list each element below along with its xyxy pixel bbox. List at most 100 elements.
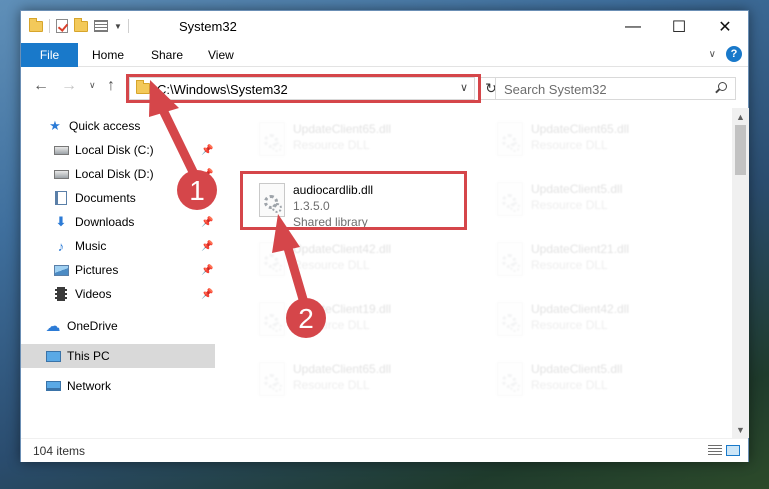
sidebar-item-label: This PC	[67, 349, 110, 363]
sidebar-item-videos[interactable]: Videos 📌	[21, 282, 215, 306]
address-path[interactable]: C:\Windows\System32	[157, 82, 288, 97]
sidebar-item-pictures[interactable]: Pictures 📌	[21, 258, 215, 282]
file-item[interactable]: UpdateClient65.dll Resource DLL	[245, 118, 475, 166]
file-description: Resource DLL	[531, 198, 608, 212]
scroll-down-icon[interactable]: ▼	[732, 421, 749, 438]
file-list: UpdateClient65.dll Resource DLL UpdateCl…	[215, 108, 732, 438]
sidebar-item-network[interactable]: Network	[21, 374, 215, 398]
search-box[interactable]: Search System32	[495, 77, 736, 100]
file-type: Shared library	[293, 215, 368, 229]
pin-icon[interactable]: 📌	[201, 193, 213, 204]
customize-toolbar-dropdown-icon[interactable]: ▼	[114, 22, 122, 31]
tab-home[interactable]: Home	[92, 48, 124, 62]
sidebar-item-label: Downloads	[75, 215, 135, 229]
details-view-icon[interactable]	[708, 445, 722, 456]
toolbar-separator	[127, 19, 129, 33]
file-item[interactable]: UpdateClient42.dll Resource DLL	[483, 298, 713, 346]
navigation-bar: ← → ∨ ↑ C:\Windows\System32 ∨ ↻ Search S…	[21, 68, 748, 108]
file-item[interactable]: UpdateClient65.dll Resource DLL	[245, 358, 475, 406]
drive-icon	[53, 143, 69, 157]
file-item[interactable]: UpdateClient5.dll Resource DLL	[483, 178, 713, 226]
pin-icon[interactable]: 📌	[201, 265, 213, 276]
search-icon[interactable]	[718, 82, 727, 91]
large-icons-view-icon[interactable]	[726, 445, 740, 456]
sidebar-item-label: Pictures	[75, 263, 119, 277]
sidebar-item-music[interactable]: ♪ Music 📌	[21, 234, 215, 258]
file-name: UpdateClient65.dll	[293, 122, 392, 136]
toolbar-separator	[49, 19, 50, 33]
sidebar-item-label: Network	[67, 379, 112, 393]
up-arrow-icon[interactable]: ↑	[107, 77, 115, 95]
dll-file-icon	[493, 302, 527, 342]
file-item[interactable]: UpdateClient19.dll Resource DLL	[245, 298, 475, 346]
tab-share[interactable]: Share	[151, 48, 183, 62]
folder-icon[interactable]	[29, 17, 43, 32]
tab-view[interactable]: View	[208, 48, 234, 62]
vertical-scrollbar[interactable]: ▲ ▼	[732, 108, 749, 438]
navigation-pane: ★ Quick access Local Disk (C:) 📌 Local D…	[21, 108, 215, 438]
file-item[interactable]: UpdateClient21.dll Resource DLL	[483, 238, 713, 286]
dll-file-icon	[493, 362, 527, 402]
file-description: Resource DLL	[293, 138, 370, 152]
ribbon-right-controls: ∨ ?	[709, 46, 742, 62]
sidebar-item-local-disk-c[interactable]: Local Disk (C:) 📌	[21, 138, 215, 162]
status-bar: 104 items	[21, 438, 748, 462]
file-item[interactable]: UpdateClient5.dll Resource DLL	[483, 358, 713, 406]
tab-file[interactable]: File	[21, 43, 78, 67]
file-name: UpdateClient65.dll	[531, 122, 630, 136]
scroll-up-icon[interactable]: ▲	[732, 108, 749, 125]
quick-access-toolbar: ▼	[29, 17, 129, 33]
sidebar-item-this-pc[interactable]: This PC	[21, 344, 215, 368]
address-bar[interactable]: C:\Windows\System32 ∨	[129, 77, 475, 100]
file-description: Resource DLL	[531, 258, 608, 272]
sidebar-item-label: Music	[75, 239, 107, 253]
sidebar-item-quick-access[interactable]: ★ Quick access	[21, 114, 215, 138]
address-folder-icon	[136, 80, 150, 94]
maximize-button[interactable]: ☐	[656, 11, 702, 43]
music-icon: ♪	[57, 238, 65, 254]
sidebar-item-downloads[interactable]: ⬇ Downloads 📌	[21, 210, 215, 234]
properties-check-icon[interactable]	[56, 19, 68, 33]
file-item[interactable]: UpdateClient65.dll Resource DLL	[483, 118, 713, 166]
pin-icon[interactable]: 📌	[201, 145, 213, 156]
search-input[interactable]: Search System32	[504, 82, 607, 97]
close-button[interactable]: ✕	[702, 11, 748, 43]
file-name: audiocardlib.dll	[293, 183, 374, 197]
file-name: UpdateClient19.dll	[293, 302, 392, 316]
recent-locations-chevron-icon[interactable]: ∨	[89, 80, 96, 91]
dll-file-icon	[255, 183, 289, 223]
sidebar-item-label: Quick access	[69, 119, 141, 133]
scroll-thumb[interactable]	[735, 125, 746, 175]
expand-ribbon-chevron-icon[interactable]: ∨	[709, 49, 716, 60]
sidebar-item-onedrive[interactable]: ☁ OneDrive	[21, 314, 215, 338]
file-description: Resource DLL	[293, 378, 370, 392]
file-name: UpdateClient21.dll	[531, 242, 630, 256]
dll-file-icon	[255, 362, 289, 402]
back-arrow-icon[interactable]: ←	[33, 77, 49, 95]
sidebar-item-documents[interactable]: Documents 📌	[21, 186, 215, 210]
sidebar-item-label: Documents	[75, 191, 136, 205]
file-name: UpdateClient5.dll	[531, 362, 623, 376]
window-title: System32	[179, 19, 237, 34]
help-icon[interactable]: ?	[726, 46, 742, 62]
sidebar-item-local-disk-d[interactable]: Local Disk (D:) 📌	[21, 162, 215, 186]
pin-icon[interactable]: 📌	[201, 217, 213, 228]
minimize-button[interactable]: —	[610, 11, 656, 43]
cloud-icon: ☁	[45, 318, 61, 335]
documents-icon	[53, 191, 69, 205]
dll-file-icon	[493, 242, 527, 282]
forward-arrow-icon[interactable]: →	[61, 77, 77, 95]
dll-file-icon	[255, 242, 289, 282]
pin-icon[interactable]: 📌	[201, 241, 213, 252]
dll-file-icon	[493, 122, 527, 162]
properties-icon[interactable]	[94, 20, 108, 32]
pin-icon[interactable]: 📌	[201, 289, 213, 300]
pictures-icon	[53, 263, 69, 277]
file-item[interactable]: UpdateClient42.dll Resource DLL	[245, 238, 475, 286]
sidebar-item-label: Videos	[75, 287, 112, 301]
address-dropdown-icon[interactable]: ∨	[460, 81, 468, 94]
pin-icon[interactable]: 📌	[201, 169, 213, 180]
sidebar-item-label: Local Disk (C:)	[75, 143, 154, 157]
new-folder-icon[interactable]	[74, 17, 88, 32]
file-item-audiocardlib[interactable]: audiocardlib.dll 1.3.5.0 Shared library	[245, 179, 475, 235]
